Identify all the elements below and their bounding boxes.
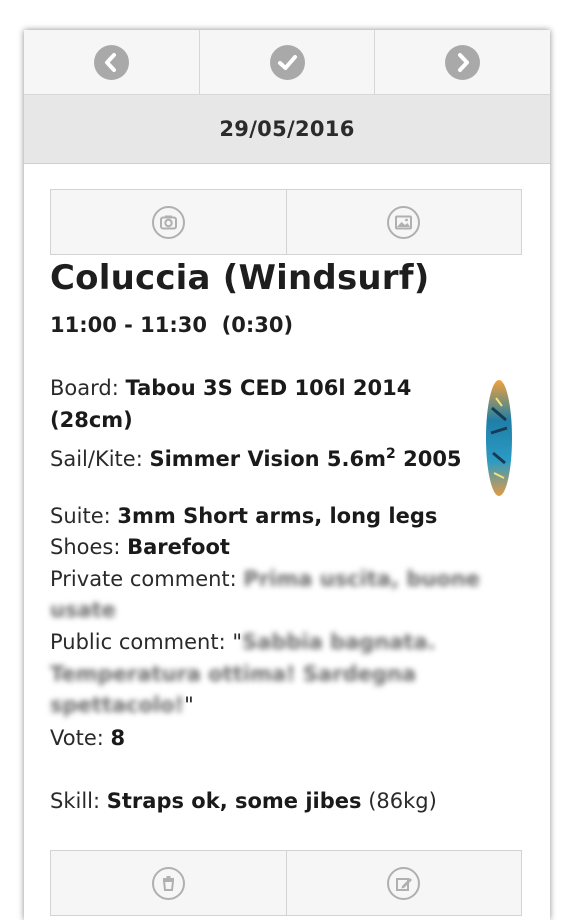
public-comment-value-cont: Temperatura ottima! Sardegna: [50, 662, 417, 686]
vote-line: Vote: 8: [50, 723, 125, 753]
private-comment-value: Prima uscita, buone: [243, 567, 480, 591]
skill-label: Skill:: [50, 789, 101, 813]
session-time: 11:00 - 11:30 (0:30): [50, 313, 293, 337]
shoes-label: Shoes:: [50, 535, 121, 559]
board-label: Board:: [50, 376, 119, 400]
edit-button[interactable]: [287, 851, 522, 915]
public-comment-line-3: spettacolo!": [50, 690, 194, 720]
camera-icon: [151, 205, 185, 239]
private-comment-label: Private comment:: [50, 567, 237, 591]
sail-value: Simmer Vision 5.6m2 2005: [149, 446, 462, 471]
edit-icon: [387, 866, 421, 900]
public-comment-label: Public comment: ": [50, 630, 243, 654]
top-nav-bar: [24, 30, 550, 95]
board-image: [486, 380, 512, 496]
skill-line: Skill: Straps ok, some jibes (86kg): [50, 786, 437, 816]
vote-label: Vote:: [50, 726, 104, 750]
gallery-button[interactable]: [287, 190, 522, 254]
board-value-cont: (28cm): [50, 408, 133, 432]
delete-button[interactable]: [51, 851, 287, 915]
suite-value: 3mm Short arms, long legs: [117, 504, 438, 528]
public-comment-line-2: Temperatura ottima! Sardegna: [50, 659, 416, 689]
media-button-row: [50, 189, 522, 255]
skill-weight: (86kg): [368, 789, 437, 813]
session-title: Coluccia (Windsurf): [50, 258, 430, 298]
shoes-line: Shoes: Barefoot: [50, 532, 230, 562]
board-value: Tabou 3S CED 106l 2014: [125, 376, 412, 400]
vote-value: 8: [110, 726, 126, 750]
confirm-button[interactable]: [199, 30, 376, 94]
board-line: Board: Tabou 3S CED 106l 2014: [50, 373, 411, 403]
image-icon: [387, 205, 421, 239]
chevron-right-icon: [445, 44, 481, 80]
public-comment-value-end: spettacolo!: [50, 693, 185, 717]
sail-model: Simmer Vision 5.6m: [149, 447, 387, 471]
skill-value: Straps ok, some jibes: [106, 789, 362, 813]
public-comment-close-quote: ": [184, 693, 194, 717]
session-date: 29/05/2016: [24, 95, 550, 164]
action-button-row: [50, 850, 522, 916]
public-comment-line: Public comment: "Sabbia bagnata.: [50, 627, 436, 657]
private-comment-line: Private comment: Prima uscita, buone: [50, 564, 480, 594]
session-card: 29/05/2016 Coluccia (Windsurf) 11:00 - 1…: [24, 30, 550, 920]
sail-year: 2005: [395, 447, 462, 471]
suite-label: Suite:: [50, 504, 111, 528]
suite-line: Suite: 3mm Short arms, long legs: [50, 501, 437, 531]
private-comment-line-2: usate: [50, 595, 116, 625]
public-comment-value: Sabbia bagnata.: [242, 630, 436, 654]
sail-unit-sup: 2: [386, 446, 396, 462]
private-comment-value-cont: usate: [50, 598, 116, 622]
duration: (0:30): [221, 313, 294, 337]
board-line-2: (28cm): [50, 405, 133, 435]
sail-label: Sail/Kite:: [50, 447, 143, 471]
next-button[interactable]: [375, 30, 550, 94]
check-icon: [269, 44, 305, 80]
time-range: 11:00 - 11:30: [50, 313, 208, 337]
previous-button[interactable]: [24, 30, 200, 94]
chevron-left-icon: [93, 44, 129, 80]
shoes-value: Barefoot: [127, 535, 230, 559]
trash-icon: [151, 866, 185, 900]
camera-button[interactable]: [51, 190, 287, 254]
sail-line: Sail/Kite: Simmer Vision 5.6m2 2005: [50, 439, 462, 474]
